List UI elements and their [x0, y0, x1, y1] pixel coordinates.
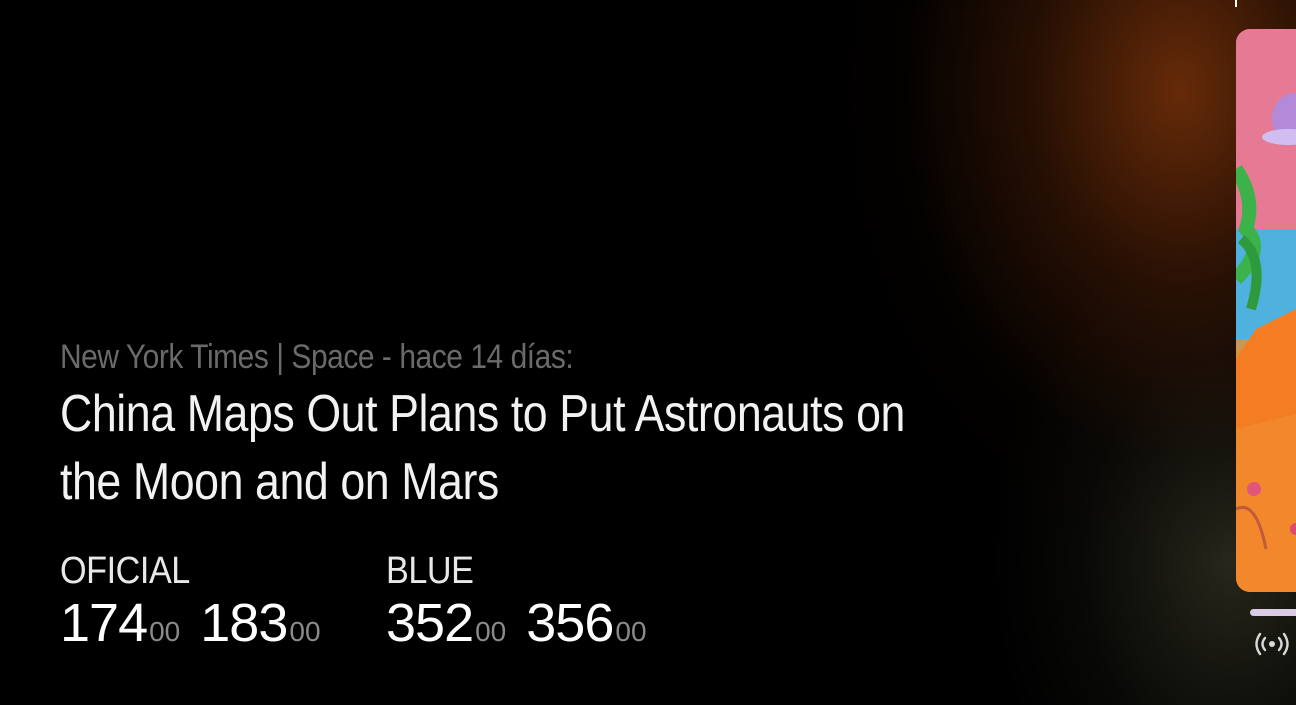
- rate-buy: 352 00: [386, 594, 506, 652]
- rate-values: 352 00 356 00: [386, 594, 647, 652]
- rate-int: 352: [386, 593, 474, 653]
- rate-buy: 174 00: [60, 594, 180, 652]
- artwork-illustration: [1236, 29, 1296, 592]
- rate-int: 174: [60, 593, 148, 653]
- rate-values: 174 00 183 00: [60, 594, 340, 652]
- news-source-line: New York Times | Space - hace 14 días:: [60, 338, 574, 376]
- rate-dec: 00: [475, 616, 507, 647]
- rate-int: 183: [200, 593, 288, 653]
- rate-dec: 00: [615, 616, 647, 647]
- news-headline: China Maps Out Plans to Put Astronauts o…: [60, 385, 905, 511]
- top-indicator: [1235, 0, 1237, 7]
- rate-label: BLUE: [386, 550, 474, 592]
- photo-slideshow-image: [1236, 29, 1296, 592]
- rate-dec: 00: [289, 616, 321, 647]
- rate-group-blue: BLUE 352 00 356 00: [386, 548, 647, 652]
- currency-rates: OFICIAL 174 00 183 00 BLUE 352 00 356 00: [60, 548, 647, 652]
- rate-label: OFICIAL: [60, 550, 190, 592]
- rate-sell: 183 00: [200, 594, 320, 652]
- news-ticker: New York Times | Space - hace 14 días: C…: [60, 334, 960, 516]
- rate-sell: 356 00: [526, 594, 646, 652]
- rate-int: 356: [526, 593, 614, 653]
- rate-group-oficial: OFICIAL 174 00 183 00: [60, 548, 340, 652]
- broadcast-icon: [1255, 632, 1289, 656]
- rate-dec: 00: [149, 616, 181, 647]
- slideshow-progress-bar: [1250, 609, 1296, 616]
